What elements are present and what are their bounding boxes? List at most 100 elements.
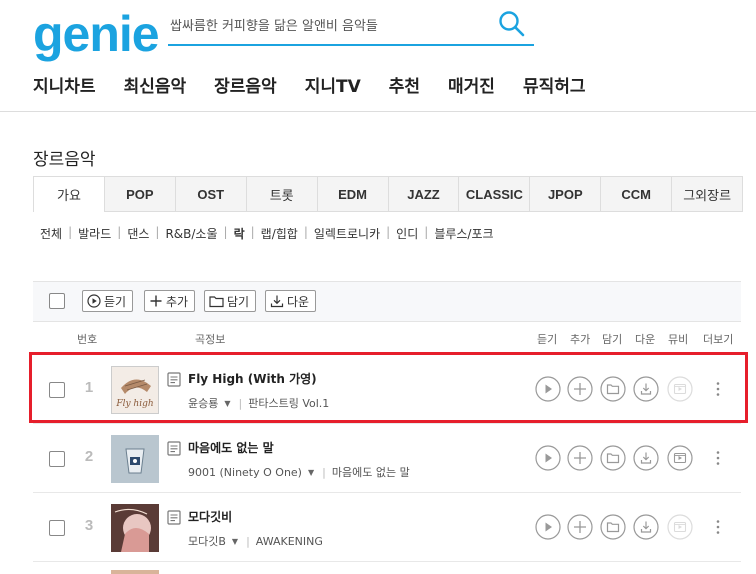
col-add: 추가: [570, 333, 591, 346]
sub-genre-electronica[interactable]: 일렉트로니카: [314, 225, 380, 242]
plus-icon: [150, 295, 162, 307]
listen-label: 듣기: [104, 294, 127, 309]
play-icon[interactable]: [535, 514, 561, 540]
add-icon[interactable]: [567, 445, 593, 471]
tab-kpop[interactable]: 가요: [34, 177, 104, 212]
play-icon[interactable]: [535, 445, 561, 471]
row-checkbox[interactable]: [49, 520, 65, 536]
play-circle-icon: [87, 294, 101, 308]
table-row[interactable]: 3 모다깃비 모다깃B ▼ | AWAKENING: [33, 493, 741, 562]
tab-other-genres[interactable]: 그외장르: [671, 177, 743, 212]
table-row[interactable]: 2 마음에도 없는 말 9001 (Ninety O One) ▼ | 마음에도…: [33, 424, 741, 493]
lyrics-info-icon[interactable]: [167, 510, 181, 525]
separator: |: [322, 465, 326, 479]
genre-tabs: 가요 POP OST 트롯 EDM JAZZ CLASSIC JPOP CCM …: [33, 176, 743, 212]
tab-trot[interactable]: 트롯: [245, 177, 317, 212]
sub-genre-dance[interactable]: 댄스: [127, 225, 149, 242]
separator: |: [246, 534, 250, 548]
save-label: 담기: [227, 294, 250, 309]
nav-genie-tv[interactable]: 지니TV: [305, 72, 361, 102]
header-divider: [0, 111, 756, 112]
select-all-checkbox[interactable]: [49, 293, 65, 309]
more-options-icon[interactable]: [716, 519, 720, 539]
tab-ost[interactable]: OST: [174, 177, 246, 212]
listen-button[interactable]: 듣기: [82, 290, 134, 312]
search-input[interactable]: [170, 14, 480, 38]
add-icon[interactable]: [567, 514, 593, 540]
nav-new-music[interactable]: 최신음악: [124, 72, 187, 102]
sub-genre-all[interactable]: 전체: [40, 225, 62, 242]
sub-genre-blues-folk[interactable]: 블루스/포크: [434, 225, 493, 242]
row-checkbox[interactable]: [49, 451, 65, 467]
more-options-icon[interactable]: [716, 450, 720, 470]
song-meta: 9001 (Ninety O One) ▼ | 마음에도 없는 말: [188, 464, 410, 480]
music-video-icon[interactable]: [667, 445, 693, 471]
artist-dropdown-icon[interactable]: ▼: [232, 537, 238, 546]
download-label: 다운: [287, 294, 310, 309]
sub-genre-hiphop[interactable]: 랩/힙합: [261, 225, 298, 242]
nav-genie-chart[interactable]: 지니차트: [33, 72, 96, 102]
download-icon[interactable]: [633, 445, 659, 471]
sub-genre-rock[interactable]: 락: [234, 225, 245, 242]
separator: |: [68, 225, 73, 239]
folder-icon[interactable]: [600, 514, 626, 540]
music-video-icon[interactable]: [667, 514, 693, 540]
artist-name[interactable]: 9001 (Ninety O One): [188, 466, 302, 479]
main-nav: 지니차트 최신음악 장르음악 지니TV 추천 매거진 뮤직허그: [33, 72, 614, 102]
download-icon: [270, 295, 284, 308]
table-header: 번호 곡정보 듣기 추가 담기 다운 뮤비 더보기: [33, 321, 741, 355]
search-bar: [168, 8, 534, 46]
next-row-cover-peek: [111, 570, 159, 574]
folder-icon: [209, 296, 224, 308]
nav-magazine[interactable]: 매거진: [448, 72, 495, 102]
album-name[interactable]: AWAKENING: [256, 535, 323, 548]
sub-genre-list: 전체 | 발라드 | 댄스 | R&B/소울 | 락 | 랩/힙합 | 일렉트로니카 | 인디…: [40, 225, 494, 242]
page-title: 장르음악: [33, 150, 96, 170]
add-button[interactable]: 추가: [144, 290, 196, 312]
col-listen: 듣기: [537, 333, 558, 346]
album-name[interactable]: 마음에도 없는 말: [332, 464, 410, 480]
rank-number: 2: [84, 448, 94, 465]
rank-number: 3: [84, 517, 94, 534]
col-more: 더보기: [703, 333, 734, 346]
song-title[interactable]: 마음에도 없는 말: [188, 439, 274, 456]
sub-genre-rnb[interactable]: R&B/소울: [165, 225, 217, 242]
col-save: 담기: [602, 333, 623, 346]
separator: |: [117, 225, 122, 239]
tab-classic[interactable]: CLASSIC: [458, 177, 530, 212]
list-toolbar: 듣기 추가 담기 다운: [33, 281, 741, 322]
genie-logo[interactable]: genie: [33, 4, 160, 64]
sub-genre-indie[interactable]: 인디: [396, 225, 418, 242]
add-label: 추가: [166, 294, 189, 309]
nav-music-hug[interactable]: 뮤직허그: [523, 72, 586, 102]
col-song-info: 곡정보: [195, 333, 226, 346]
download-icon[interactable]: [633, 514, 659, 540]
download-button[interactable]: 다운: [265, 290, 317, 312]
col-mv: 뮤비: [668, 333, 689, 346]
nav-recommend[interactable]: 추천: [389, 72, 420, 102]
tab-jazz[interactable]: JAZZ: [387, 177, 459, 212]
album-cover[interactable]: [111, 504, 159, 552]
separator: |: [250, 225, 255, 239]
tab-edm[interactable]: EDM: [316, 177, 388, 212]
separator: |: [155, 225, 160, 239]
song-title[interactable]: 모다깃비: [188, 508, 232, 525]
song-meta: 모다깃B ▼ | AWAKENING: [188, 533, 323, 549]
separator: |: [223, 225, 228, 239]
folder-icon[interactable]: [600, 445, 626, 471]
tab-jpop[interactable]: JPOP: [529, 177, 601, 212]
sub-genre-ballad[interactable]: 발라드: [78, 225, 111, 242]
separator: |: [386, 225, 391, 239]
selected-row-highlight: [29, 352, 748, 423]
artist-name[interactable]: 모다깃B: [188, 533, 226, 549]
tab-pop[interactable]: POP: [103, 177, 175, 212]
tab-ccm[interactable]: CCM: [600, 177, 672, 212]
lyrics-info-icon[interactable]: [167, 441, 181, 456]
artist-dropdown-icon[interactable]: ▼: [308, 468, 314, 477]
nav-genre-music[interactable]: 장르음악: [214, 72, 277, 102]
col-download: 다운: [635, 333, 656, 346]
separator: |: [424, 225, 429, 239]
save-button[interactable]: 담기: [204, 290, 257, 312]
search-icon[interactable]: [498, 10, 526, 38]
album-cover[interactable]: [111, 435, 159, 483]
